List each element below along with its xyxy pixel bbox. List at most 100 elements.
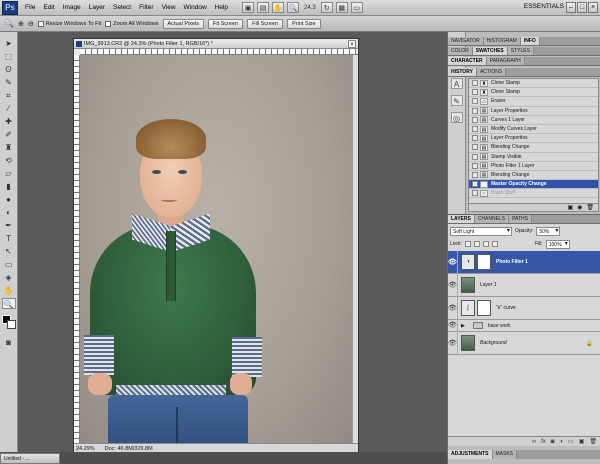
- history-item-selected[interactable]: ▤ Master Opacity Change: [469, 180, 598, 190]
- new-layer-icon[interactable]: ▣: [579, 437, 585, 446]
- resize-windows-checkbox[interactable]: [37, 20, 44, 27]
- tab-navigator[interactable]: Navigator: [448, 37, 484, 45]
- tab-history[interactable]: History: [448, 68, 477, 76]
- layer-mask-thumbnail[interactable]: [477, 254, 491, 270]
- zoom-in-icon[interactable]: ⊕: [18, 20, 24, 28]
- history-item[interactable]: ▤ Modify Curves Layer: [469, 125, 598, 135]
- clone-stamp-tool-icon[interactable]: ♜: [2, 142, 16, 153]
- tab-actions[interactable]: Actions: [476, 68, 507, 76]
- maximize-button[interactable]: □: [577, 2, 587, 13]
- history-source-checkbox[interactable]: [472, 144, 478, 151]
- tab-masks[interactable]: Masks: [492, 450, 518, 459]
- lock-pixels-icon[interactable]: [473, 241, 480, 247]
- minimize-button[interactable]: –: [566, 2, 576, 13]
- history-source-checkbox[interactable]: [472, 181, 478, 188]
- actual-pixels-button[interactable]: Actual Pixels: [162, 18, 204, 29]
- zoom-all-checkbox[interactable]: [105, 20, 112, 27]
- history-source-checkbox[interactable]: [472, 190, 478, 197]
- visibility-eye-icon[interactable]: 👁: [448, 251, 458, 273]
- visibility-eye-icon[interactable]: 👁: [448, 320, 458, 331]
- history-item[interactable]: ▤ Layer Properties: [469, 107, 598, 116]
- history-source-checkbox[interactable]: [472, 98, 478, 105]
- delete-state-icon[interactable]: 🗑: [586, 204, 594, 211]
- lock-transparency-icon[interactable]: [464, 241, 471, 247]
- print-size-button[interactable]: Print Size: [287, 18, 321, 29]
- eyedropper-tool-icon[interactable]: ⁄: [2, 103, 16, 114]
- add-mask-icon[interactable]: ◙: [551, 437, 555, 446]
- history-item[interactable]: ▤ Photo Filter 1 Layer: [469, 162, 598, 171]
- menu-file[interactable]: File: [21, 4, 39, 11]
- menu-edit[interactable]: Edit: [39, 4, 58, 11]
- zoom-level[interactable]: 24.3: [302, 5, 318, 11]
- group-expand-arrow-icon[interactable]: ▶: [461, 323, 465, 329]
- history-item[interactable]: ▱ Eraser: [469, 97, 598, 107]
- lasso-tool-icon[interactable]: ʘ: [2, 64, 16, 75]
- hand-tool-icon[interactable]: ✋: [272, 2, 285, 13]
- path-select-tool-icon[interactable]: ↖: [2, 246, 16, 257]
- layer-row-background[interactable]: 👁 Background 🔒: [448, 332, 600, 355]
- layer-row-photo-filter[interactable]: 👁 ◑ Photo Filter 1: [448, 251, 600, 274]
- tab-channels[interactable]: Channels: [474, 215, 510, 223]
- visibility-eye-icon[interactable]: 👁: [448, 332, 458, 354]
- minimized-document[interactable]: Untitled - ...: [0, 453, 60, 464]
- close-button[interactable]: ×: [588, 2, 598, 13]
- tab-layers[interactable]: Layers: [448, 215, 475, 223]
- fit-screen-button[interactable]: Fit Screen: [208, 18, 244, 29]
- blend-mode-select[interactable]: Soft Light: [450, 226, 512, 236]
- quick-select-tool-icon[interactable]: ✎: [2, 77, 16, 88]
- healing-brush-tool-icon[interactable]: ✚: [2, 116, 16, 127]
- screen-mode-icon[interactable]: ▭: [350, 2, 363, 13]
- pen-tool-icon[interactable]: ✒: [2, 220, 16, 231]
- tab-character[interactable]: Character: [448, 57, 487, 65]
- type-tool-icon[interactable]: T: [2, 233, 16, 244]
- clone-source-panel-icon[interactable]: ◎: [450, 112, 463, 123]
- history-source-checkbox[interactable]: [472, 116, 478, 123]
- menu-image[interactable]: Image: [59, 4, 85, 11]
- blur-tool-icon[interactable]: ●: [2, 194, 16, 205]
- layer-row-layer-1[interactable]: 👁 Layer 1: [448, 274, 600, 297]
- history-item[interactable]: ▤ Blending Change: [469, 171, 598, 181]
- new-snapshot-icon[interactable]: ◉: [577, 204, 582, 211]
- menu-window[interactable]: Window: [180, 4, 211, 11]
- layer-row-s-curve[interactable]: 👁 ∫ "s" curve: [448, 297, 600, 320]
- lock-all-icon[interactable]: [491, 241, 498, 247]
- color-swatches[interactable]: [1, 315, 16, 329]
- new-document-from-state-icon[interactable]: ▣: [567, 204, 573, 211]
- hand-tool-icon[interactable]: ✋: [2, 285, 16, 296]
- lock-position-icon[interactable]: [482, 241, 489, 247]
- history-item[interactable]: ♜ Clone Stamp: [469, 88, 598, 98]
- history-source-checkbox[interactable]: [472, 153, 478, 160]
- history-item-undone[interactable]: ✐ Blush Stuff: [469, 189, 598, 199]
- bridge-icon[interactable]: ▣: [242, 2, 255, 13]
- tab-swatches[interactable]: Swatches: [472, 47, 508, 55]
- fill-screen-button[interactable]: Fill Screen: [247, 18, 284, 29]
- tab-paragraph[interactable]: Paragraph: [486, 57, 525, 65]
- tab-color[interactable]: Color: [448, 47, 473, 55]
- delete-layer-icon[interactable]: 🗑: [589, 437, 597, 446]
- link-layers-icon[interactable]: ∞: [532, 437, 536, 446]
- move-tool-icon[interactable]: ➤: [2, 38, 16, 49]
- menu-help[interactable]: Help: [211, 4, 232, 11]
- brushes-panel-icon[interactable]: ✎: [450, 95, 463, 106]
- vertical-scrollbar[interactable]: [352, 55, 358, 443]
- history-source-checkbox[interactable]: [472, 162, 478, 169]
- history-source-checkbox[interactable]: [472, 135, 478, 142]
- history-item[interactable]: ▤ Stamp Visible: [469, 153, 598, 162]
- menu-select[interactable]: Select: [109, 4, 135, 11]
- zoom-all-option[interactable]: Zoom All Windows: [105, 20, 159, 27]
- background-color[interactable]: [6, 320, 16, 329]
- menu-layer[interactable]: Layer: [85, 4, 109, 11]
- layer-row-base-work-group[interactable]: 👁 ▶ base work: [448, 320, 600, 332]
- document-window[interactable]: IMG_9913.CR2 @ 24.3% (Photo Filter 1, RG…: [73, 38, 359, 454]
- tab-histogram[interactable]: Histogram: [483, 37, 521, 45]
- history-item[interactable]: ▤ Blending Change: [469, 143, 598, 153]
- dodge-tool-icon[interactable]: ◐: [2, 207, 16, 218]
- history-item[interactable]: ▤ Layer Properties: [469, 134, 598, 144]
- resize-windows-option[interactable]: Resize Windows To Fit: [37, 20, 101, 27]
- history-source-checkbox[interactable]: [472, 80, 478, 87]
- history-source-checkbox[interactable]: [472, 107, 478, 114]
- history-item[interactable]: ♜ Clone Stamp: [469, 79, 598, 89]
- document-close-button[interactable]: ×: [348, 40, 356, 48]
- image-canvas[interactable]: [80, 55, 352, 443]
- visibility-eye-icon[interactable]: 👁: [448, 297, 458, 319]
